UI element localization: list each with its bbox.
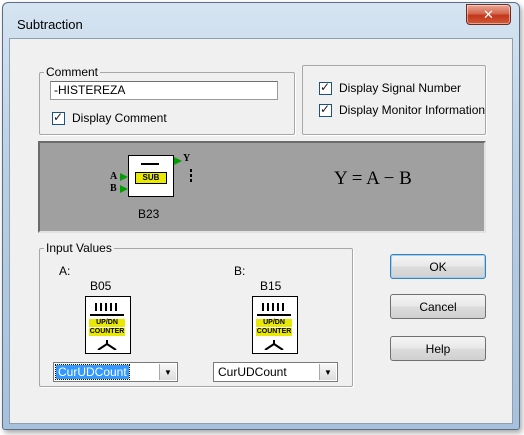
input-a-pin-label: A	[110, 171, 118, 182]
check-icon: ✓	[53, 109, 64, 124]
display-comment-checkbox[interactable]: ✓ Display Comment	[52, 109, 167, 125]
formula-text: Y = A − B	[334, 168, 412, 189]
counter-top-label: UP/DN	[89, 319, 125, 327]
input-a-block-id: B05	[90, 279, 112, 293]
more-outputs-icon	[190, 169, 192, 172]
counter-bar	[90, 314, 124, 316]
ok-button[interactable]: OK	[390, 254, 486, 279]
input-b-pin-label: B	[110, 183, 117, 194]
display-comment-label: Display Comment	[72, 111, 167, 125]
input-a-select[interactable]: CurUDCount ▼	[53, 362, 178, 382]
counter-pins	[95, 303, 119, 311]
dialog-body: Comment -HISTEREZA ✓ Display Comment ✓ D…	[9, 38, 513, 424]
input-b-block-id: B15	[260, 279, 282, 293]
chevron-down-icon[interactable]: ▼	[159, 364, 176, 380]
input-b-select[interactable]: CurUDCount ▼	[213, 362, 338, 382]
checkbox-box[interactable]: ✓	[319, 79, 332, 95]
input-values-legend: Input Values	[46, 241, 112, 255]
dialog-window: Subtraction ✕ Comment -HISTEREZA ✓ Displ…	[2, 2, 520, 430]
updown-counter-icon: UP/DN COUNTER	[85, 296, 131, 354]
close-button[interactable]: ✕	[466, 4, 511, 25]
checkbox-box[interactable]: ✓	[52, 109, 65, 125]
cancel-button[interactable]: Cancel	[390, 294, 486, 319]
check-icon: ✓	[320, 101, 331, 116]
title-bar[interactable]: Subtraction ✕	[3, 3, 519, 33]
comment-input[interactable]: -HISTEREZA	[50, 81, 278, 100]
updown-counter-icon: UP/DN COUNTER	[252, 296, 298, 354]
counter-outputs	[264, 340, 284, 350]
display-signal-number-checkbox[interactable]: ✓ Display Signal Number	[319, 79, 462, 95]
preview-block-id: B23	[138, 207, 160, 221]
counter-bottom-label: COUNTER	[256, 328, 292, 336]
counter-bottom-label: COUNTER	[89, 328, 125, 336]
sub-block-bar	[141, 163, 159, 165]
window-title: Subtraction	[17, 17, 83, 32]
comment-legend: Comment	[46, 65, 99, 79]
display-monitor-info-label: Display Monitor Information	[339, 103, 486, 117]
counter-top-label: UP/DN	[256, 319, 292, 327]
help-button[interactable]: Help	[390, 336, 486, 361]
output-y-pin-label: Y	[183, 153, 191, 164]
display-monitor-info-checkbox[interactable]: ✓ Display Monitor Information	[319, 101, 486, 117]
counter-bar	[257, 314, 291, 316]
counter-outputs	[97, 340, 117, 350]
output-connector-icon	[174, 157, 182, 165]
input-a-selected-value: CurUDCount	[55, 364, 130, 380]
input-a-label: A:	[59, 264, 71, 278]
display-options-group	[302, 65, 486, 135]
block-preview-panel: A B SUB Y B23 Y = A − B	[38, 141, 486, 233]
counter-pins	[262, 303, 286, 311]
input-b-label: B:	[234, 264, 246, 278]
close-icon: ✕	[483, 6, 494, 22]
check-icon: ✓	[320, 79, 331, 94]
display-signal-number-label: Display Signal Number	[339, 81, 462, 95]
checkbox-box[interactable]: ✓	[319, 101, 332, 117]
chevron-down-icon[interactable]: ▼	[319, 364, 336, 380]
sub-block-label: SUB	[135, 172, 167, 184]
sub-block-icon: SUB	[128, 155, 174, 197]
input-b-selected-value: CurUDCount	[218, 365, 287, 379]
